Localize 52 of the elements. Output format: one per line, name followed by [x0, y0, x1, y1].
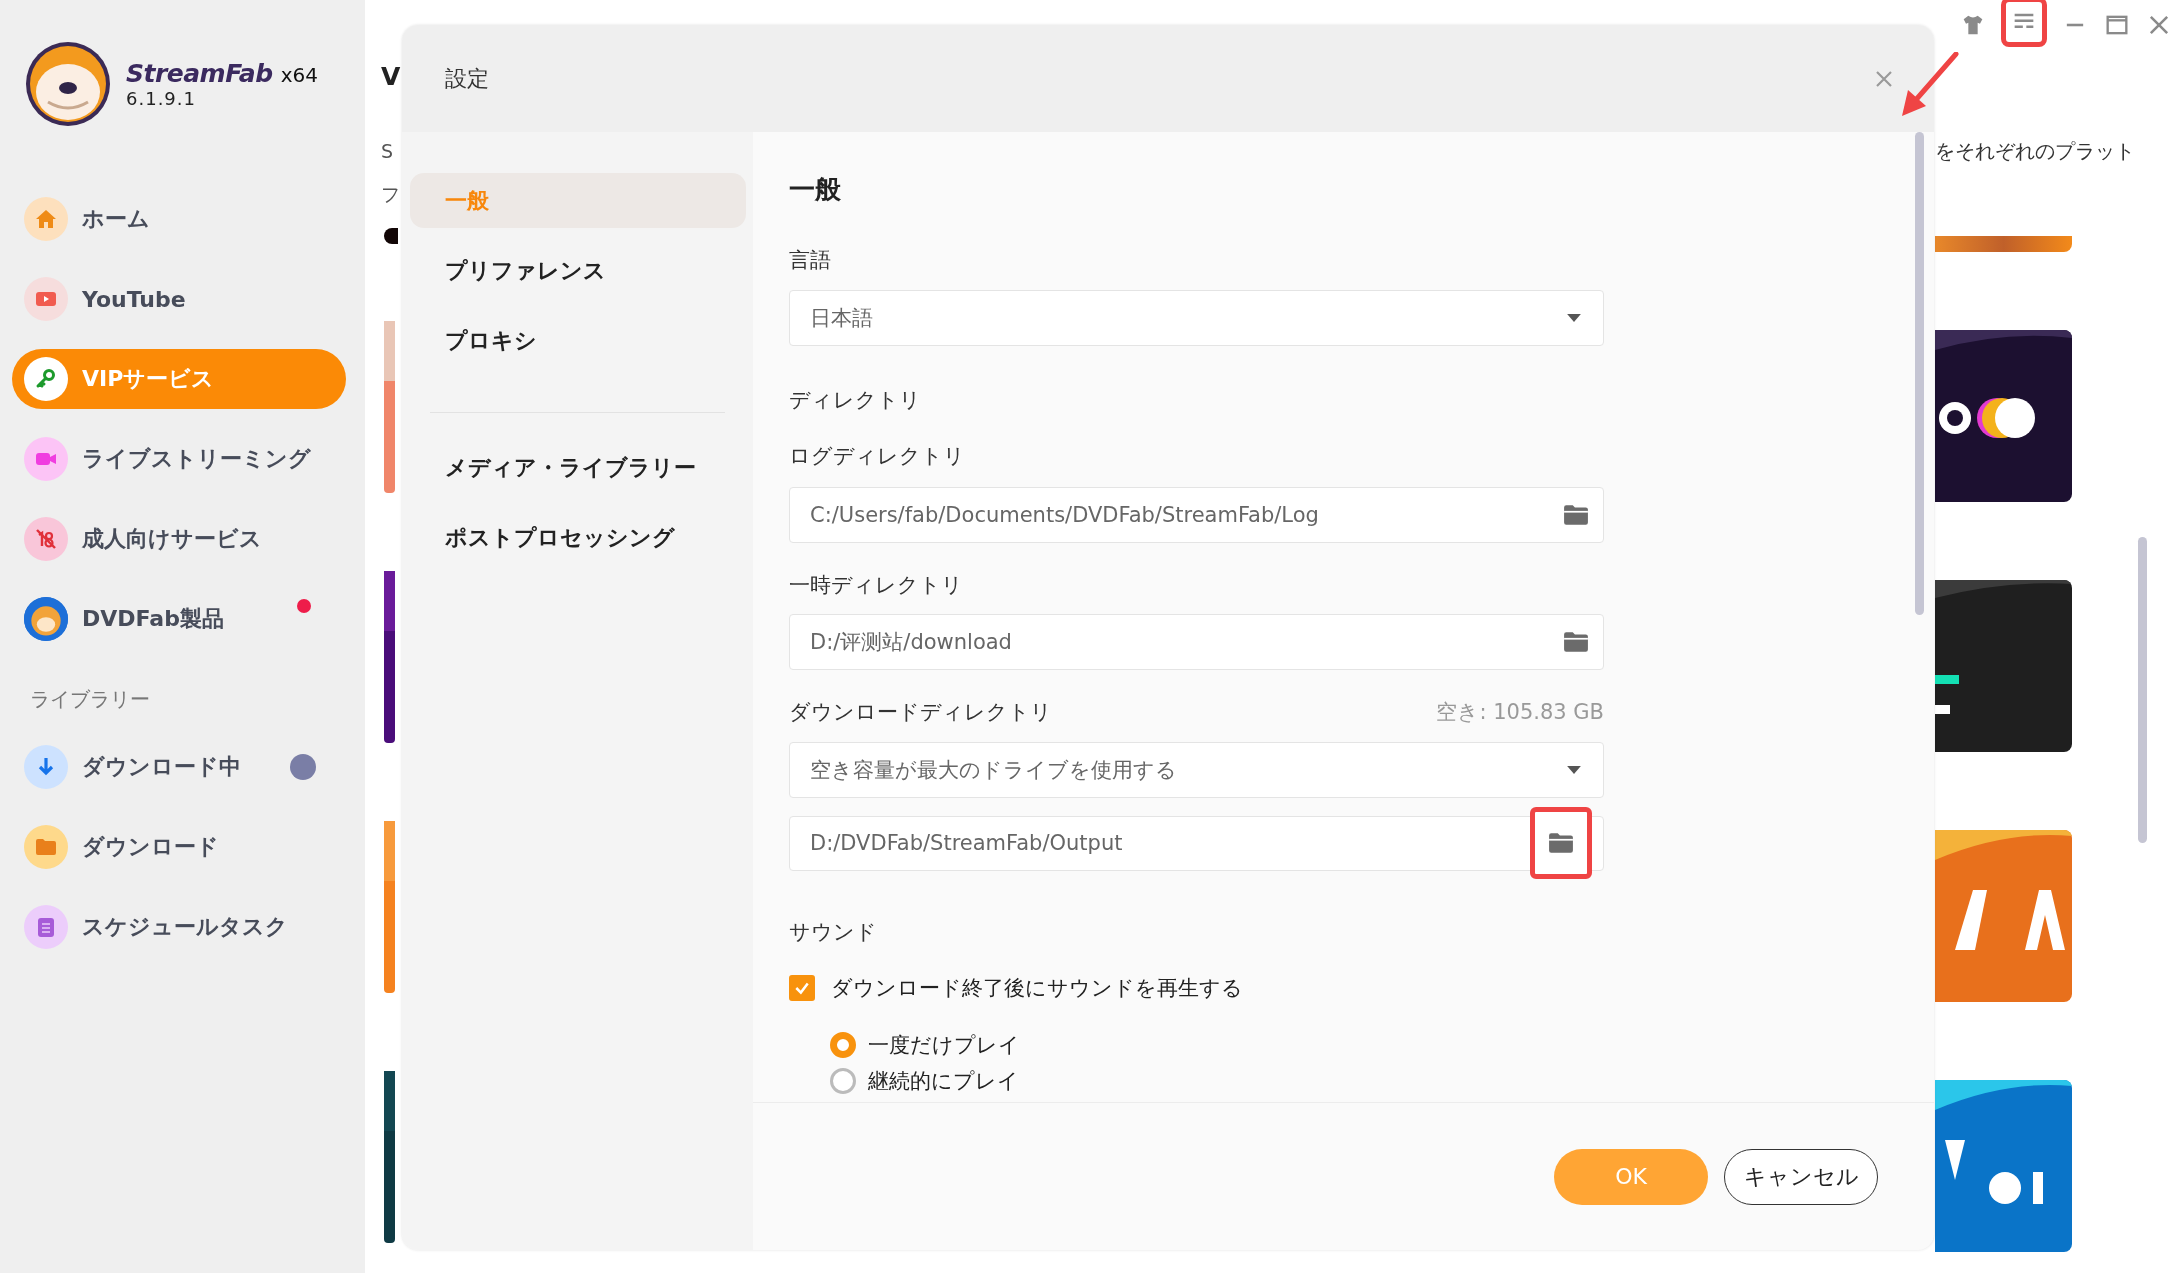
radio-button[interactable] [830, 1032, 856, 1058]
radio-label: 継続的にプレイ [868, 1068, 1019, 1095]
app-name: StreamFab [126, 59, 273, 88]
path-field[interactable]: D:/评测站/download [789, 614, 1604, 670]
caret-icon [1567, 314, 1581, 322]
path-field[interactable]: D:/DVDFab/StreamFab/Output [789, 815, 1604, 871]
dialog-title: 設定 [445, 64, 489, 93]
radio-label: 一度だけプレイ [868, 1032, 1020, 1059]
path-field[interactable]: C:/Users/fab/Documents/DVDFab/StreamFab/Log [789, 487, 1604, 543]
folder-icon[interactable] [1563, 504, 1589, 526]
caret-icon [1567, 766, 1581, 774]
settings-nav-item[interactable]: ポストプロセッシング [410, 510, 746, 565]
folder-icon[interactable] [1548, 832, 1574, 854]
close-icon[interactable] [1874, 68, 1894, 89]
settings-nav-item[interactable]: プリファレンス [410, 243, 746, 298]
checkbox[interactable] [789, 975, 815, 1001]
sidebar-item[interactable]: ダウンロード [12, 817, 346, 877]
free-space: 空き: 105.83 GB [1436, 699, 1604, 726]
settings-nav-item[interactable]: メディア・ライブラリー [410, 440, 746, 495]
directory-mode-select[interactable]: 空き容量が最大のドライブを使用する [789, 742, 1604, 798]
check-icon [794, 980, 810, 996]
page-text: S [381, 139, 394, 164]
field-label: 言語 [789, 247, 832, 274]
sidebar-item[interactable]: ホーム [12, 189, 346, 249]
sidebar-item[interactable]: DVDFab製品 [12, 589, 346, 649]
page-text: をそれぞれのプラット [1935, 138, 2136, 165]
sidebar-item[interactable]: ダウンロード中 [12, 737, 346, 797]
app-arch: x64 [280, 63, 318, 87]
radio-button[interactable] [830, 1068, 856, 1094]
group-heading: ディレクトリ [789, 387, 922, 414]
section-heading: 一般 [789, 173, 842, 206]
sidebar-item[interactable]: スケジュールタスク [12, 897, 346, 957]
library-heading: ライブラリー [30, 686, 151, 713]
folder-icon[interactable] [1563, 631, 1589, 653]
checkbox-label: ダウンロード終了後にサウンドを再生する [831, 975, 1243, 1002]
page-text: フ [381, 182, 400, 207]
app-version: 6.1.9.1 [126, 88, 197, 109]
settings-nav-item[interactable]: プロキシ [410, 313, 746, 368]
field-label: ログディレクトリ [789, 443, 966, 470]
page-title: V [381, 61, 401, 93]
no-adult-icon [34, 527, 58, 551]
sidebar-item[interactable]: 成人向けサービス [12, 509, 346, 569]
cancel-button[interactable]: キャンセル [1724, 1148, 1878, 1205]
sidebar-item[interactable]: YouTube [12, 269, 346, 329]
language-select[interactable]: 日本語 [789, 290, 1604, 346]
group-heading: サウンド [789, 919, 878, 946]
sidebar-item[interactable]: ライブストリーミング [12, 429, 346, 489]
field-label: 一時ディレクトリ [789, 572, 964, 599]
field-label: ダウンロードディレクトリ [789, 699, 1052, 726]
scrollbar[interactable] [2138, 537, 2147, 843]
scrollbar[interactable] [1915, 132, 1924, 615]
home-icon [34, 207, 58, 231]
